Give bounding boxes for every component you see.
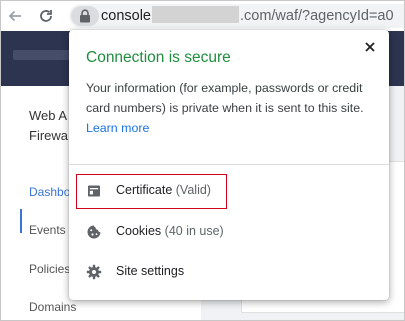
browser-toolbar: console .com/waf/?agencyId=a0 bbox=[1, 1, 404, 31]
gear-icon bbox=[86, 264, 102, 280]
sidebar-title: Web A Firewa bbox=[29, 108, 69, 143]
popup-divider bbox=[69, 164, 389, 165]
close-icon bbox=[365, 42, 375, 52]
lock-icon bbox=[80, 9, 90, 23]
cookies-count: (40 in use) bbox=[164, 224, 224, 238]
cookie-icon bbox=[86, 224, 102, 240]
site-settings-label: Site settings bbox=[116, 264, 185, 278]
cookies-label: Cookies (40 in use) bbox=[116, 224, 224, 238]
sidebar-item-domains[interactable]: Domains bbox=[29, 300, 76, 314]
site-info-popup: Connection is secure Your information (f… bbox=[69, 30, 389, 300]
close-button[interactable] bbox=[359, 36, 381, 58]
url-text[interactable]: console .com/waf/?agencyId=a0 bbox=[101, 5, 394, 27]
back-button[interactable] bbox=[4, 5, 26, 27]
popup-description: Your information (for example, passwords… bbox=[86, 78, 376, 138]
learn-more-link[interactable]: Learn more bbox=[86, 121, 149, 135]
certificate-highlight-box bbox=[76, 174, 227, 209]
sidebar-item-dashboard[interactable]: Dashbo bbox=[29, 185, 70, 199]
url-path: .com/waf/?agencyId=a0 bbox=[239, 8, 394, 24]
cookies-row[interactable]: Cookies (40 in use) bbox=[69, 214, 389, 250]
cookies-text: Cookies bbox=[116, 224, 162, 238]
console-logo bbox=[13, 50, 71, 60]
url-host-prefix: console bbox=[101, 8, 151, 24]
sidebar-item-events[interactable]: Events bbox=[29, 223, 66, 237]
sidebar-item-policies[interactable]: Policies bbox=[29, 262, 70, 276]
reload-icon bbox=[40, 10, 52, 22]
site-settings-row[interactable]: Site settings bbox=[69, 254, 389, 290]
description-text: Your information (for example, passwords… bbox=[86, 81, 364, 115]
redacted-url-block bbox=[151, 6, 239, 23]
popup-title: Connection is secure bbox=[86, 49, 231, 66]
back-arrow-icon bbox=[8, 10, 21, 22]
sidebar-active-indicator bbox=[20, 209, 22, 233]
reload-button[interactable] bbox=[35, 5, 57, 27]
site-info-button[interactable] bbox=[71, 6, 99, 26]
browser-window: console .com/waf/?agencyId=a0 Web A Firew… bbox=[0, 0, 405, 321]
